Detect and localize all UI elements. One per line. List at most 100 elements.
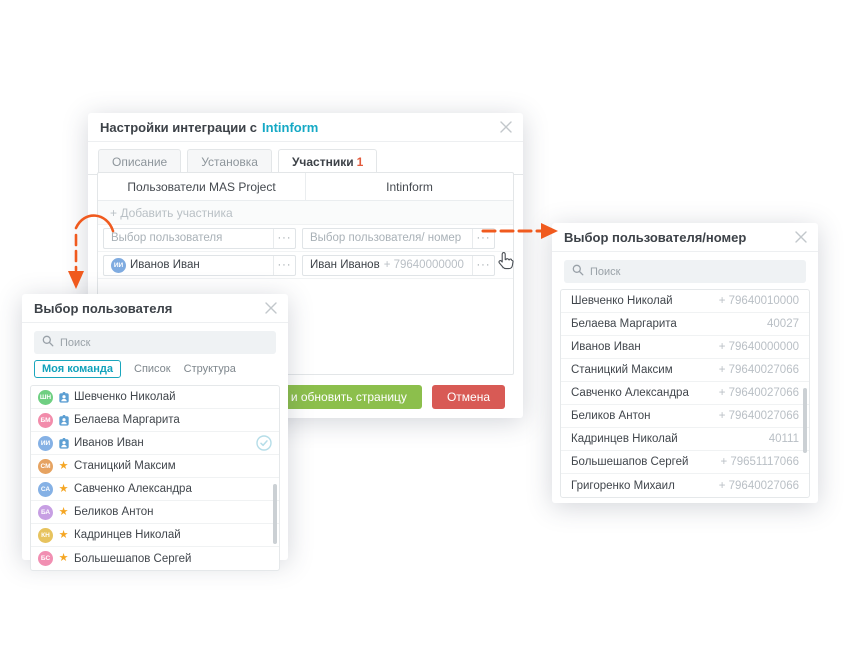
list-scrollbar[interactable] [273, 484, 277, 544]
avatar: БМ [38, 413, 53, 428]
list-item[interactable]: Беликов Антон + 79640027066 [561, 405, 809, 428]
list-item[interactable]: БС ★ Большешапов Сергей [31, 547, 279, 570]
user-name: Беликов Антон [74, 506, 153, 518]
column-header-intinform: Intinform [305, 173, 513, 200]
mapped-number-phone: + 79640000000 [384, 259, 464, 271]
list-item[interactable]: Кадринцев Николай 40111 [561, 428, 809, 451]
mapped-user-field[interactable]: ИИ Иванов Иван ··· [103, 255, 296, 276]
dialog-header: Выбор пользователя/номер [552, 223, 818, 252]
number-list: Шевченко Николай + 79640010000 Белаева М… [560, 289, 810, 498]
add-participant-link[interactable]: + Добавить участника [98, 201, 513, 225]
id-badge-icon [58, 415, 69, 426]
list-item[interactable]: КН ★ Кадринцев Николай [31, 524, 279, 547]
user-picker-title: Выбор пользователя [34, 301, 172, 316]
user-name: Шевченко Николай [74, 391, 176, 403]
avatar: ИИ [111, 258, 126, 273]
user-number: 40111 [769, 433, 799, 445]
mapped-user-ellipsis-button[interactable]: ··· [273, 256, 295, 275]
picker-tab-bar: Моя команда Список Структура [34, 360, 276, 378]
mapped-number-ellipsis-button[interactable]: ··· [472, 256, 494, 275]
search-input[interactable] [590, 266, 798, 278]
cancel-button[interactable]: Отмена [432, 385, 505, 409]
list-scrollbar[interactable] [803, 388, 807, 453]
user-name: Иванов Иван [74, 437, 144, 449]
list-item[interactable]: Станицкий Максим + 79640027066 [561, 359, 809, 382]
user-number: + 79651117066 [720, 456, 799, 468]
tab-bar: Описание Установка Участники1 [88, 142, 523, 175]
list-item[interactable]: Большешапов Сергей + 79651117066 [561, 451, 809, 474]
avatar: БА [38, 505, 53, 520]
close-icon[interactable] [499, 120, 513, 134]
number-picker-dialog: Выбор пользователя/номер Шевченко Никола… [552, 223, 818, 503]
avatar: КН [38, 528, 53, 543]
user-name: Большешапов Сергей [571, 456, 688, 468]
user-list: ШН Шевченко Николай БМ Белаева Маргарита [30, 385, 280, 571]
list-item[interactable]: Григоренко Михаил + 79640027066 [561, 474, 809, 497]
star-icon: ★ [58, 461, 69, 472]
search-input[interactable] [60, 337, 268, 349]
mapped-number-field[interactable]: Иван Иванов + 79640000000 ··· [302, 255, 495, 276]
list-item[interactable]: Белаева Маргарита 40027 [561, 313, 809, 336]
brand-name: Intinform [262, 120, 318, 135]
avatar: ШН [38, 390, 53, 405]
close-icon[interactable] [794, 230, 808, 244]
tab-my-team[interactable]: Моя команда [34, 360, 121, 378]
tab-list[interactable]: Список [134, 363, 171, 375]
user-number: + 79640000000 [719, 341, 799, 353]
dialog-title: Настройки интеграции с [100, 120, 257, 135]
user-number: + 79640027066 [719, 364, 799, 376]
user-number: + 79640027066 [719, 410, 799, 422]
table-row: ИИ Иванов Иван ··· Иван Иванов + 7964000… [98, 252, 513, 279]
list-item[interactable]: Иванов Иван + 79640000000 [561, 336, 809, 359]
user-select-ellipsis-button[interactable]: ··· [273, 229, 295, 248]
dialog-header: Выбор пользователя [22, 294, 288, 323]
avatar: СА [38, 482, 53, 497]
number-select-field[interactable]: Выбор пользователя/ номер ··· [302, 228, 495, 249]
user-name: Шевченко Николай [571, 295, 673, 307]
number-select-placeholder: Выбор пользователя/ номер [310, 232, 461, 244]
number-picker-title: Выбор пользователя/номер [564, 230, 746, 245]
user-name: Савченко Александра [571, 387, 689, 399]
search-icon [572, 263, 584, 281]
user-name: Григоренко Михаил [571, 480, 675, 492]
star-icon: ★ [58, 507, 69, 518]
search-box [34, 331, 276, 354]
column-header-mas-users: Пользователи MAS Project [98, 173, 305, 200]
user-name: Кадринцев Николай [571, 433, 678, 445]
mapped-user-name: Иванов Иван [130, 259, 200, 271]
list-item[interactable]: ИИ Иванов Иван [31, 432, 279, 455]
list-item[interactable]: Шевченко Николай + 79640010000 [561, 290, 809, 313]
star-icon: ★ [58, 484, 69, 495]
list-item[interactable]: ШН Шевченко Николай [31, 386, 279, 409]
list-item[interactable]: БА ★ Беликов Антон [31, 501, 279, 524]
avatar: БС [38, 551, 53, 566]
avatar: СМ [38, 459, 53, 474]
user-name: Белаева Маргарита [571, 318, 677, 330]
list-item[interactable]: БМ Белаева Маргарита [31, 409, 279, 432]
user-select-field[interactable]: Выбор пользователя ··· [103, 228, 296, 249]
list-item[interactable]: СА ★ Савченко Александра [31, 478, 279, 501]
id-badge-icon [58, 438, 69, 449]
user-select-placeholder: Выбор пользователя [111, 232, 222, 244]
user-name: Кадринцев Николай [74, 529, 181, 541]
star-icon: ★ [58, 530, 69, 541]
table-row: Выбор пользователя ··· Выбор пользовател… [98, 225, 513, 252]
list-item[interactable]: Савченко Александра + 79640027066 [561, 382, 809, 405]
user-number: + 79640027066 [719, 387, 799, 399]
avatar: ИИ [38, 436, 53, 451]
participants-count-badge: 1 [357, 155, 364, 169]
tab-structure[interactable]: Структура [184, 363, 236, 375]
user-number: + 79640027066 [719, 480, 799, 492]
number-select-ellipsis-button[interactable]: ··· [472, 229, 494, 248]
table-header-row: Пользователи MAS Project Intinform [98, 173, 513, 201]
list-item[interactable]: СМ ★ Станицкий Максим [31, 455, 279, 478]
user-name: Белаева Маргарита [74, 414, 180, 426]
remove-row-icon[interactable]: × [501, 259, 509, 272]
mapped-number-name: Иван Иванов [310, 259, 380, 271]
user-name: Иванов Иван [571, 341, 641, 353]
user-picker-dialog: Выбор пользователя Моя команда Список Ст… [22, 294, 288, 560]
close-icon[interactable] [264, 301, 278, 315]
dialog-header: Настройки интеграции с Intinform [88, 113, 523, 142]
search-icon [42, 334, 54, 352]
selected-check-icon [256, 435, 272, 451]
